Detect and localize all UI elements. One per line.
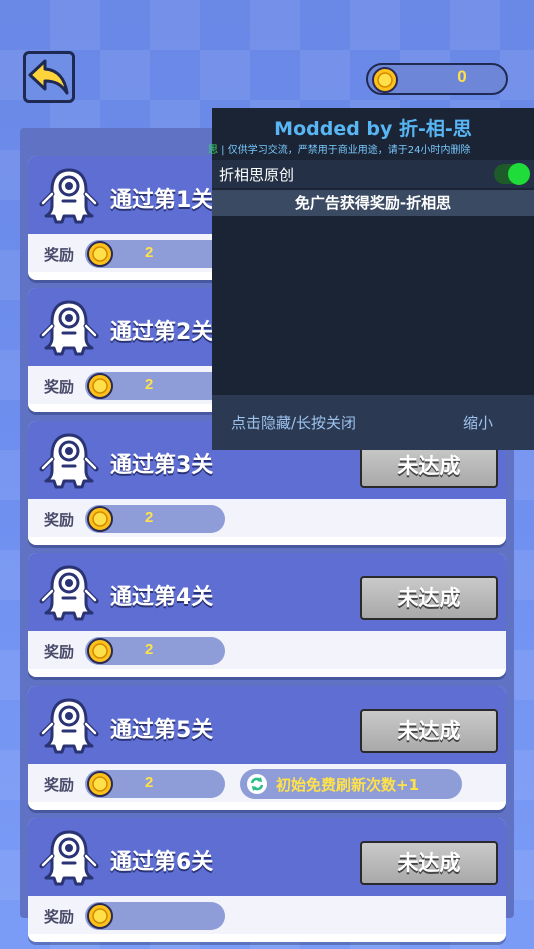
mod-toggle-row[interactable]: 折相思原创	[212, 160, 534, 188]
bonus-pill: 初始免费刷新次数+1	[240, 769, 462, 799]
reward-pill: 2	[85, 637, 225, 665]
monster-icon	[39, 830, 99, 886]
toggle-knob	[508, 163, 530, 185]
task-status-button[interactable]: 未达成	[360, 841, 498, 885]
task-title: 通过第3关	[110, 453, 214, 478]
mod-menu-notice: 思 | 仅供学习交流，严禁用于商业用途，请于24小时内删除	[208, 141, 534, 156]
task-title: 通过第1关	[110, 188, 214, 213]
reward-amount: 2	[145, 774, 154, 791]
task-title: 通过第6关	[110, 850, 214, 875]
monster-avatar	[38, 826, 100, 892]
monster-avatar	[38, 561, 100, 627]
mod-menu-title: Modded by 折-相-思	[274, 118, 472, 140]
task-status-button[interactable]: 未达成	[360, 576, 498, 620]
mod-feature-label: 免广告获得奖励-折相思	[294, 194, 452, 212]
reward-coin-icon	[87, 506, 113, 532]
reward-label: 奖励	[44, 776, 75, 794]
task-title: 通过第5关	[110, 718, 214, 743]
monster-avatar	[38, 164, 100, 230]
refresh-icon	[247, 774, 267, 794]
reward-amount: 2	[145, 376, 154, 393]
monster-icon	[39, 300, 99, 356]
task-title: 通过第4关	[110, 585, 214, 610]
coin-balance: 0	[366, 63, 508, 95]
task-card: 通过第5关 未达成奖励 2 初始免费刷新次数+1	[28, 686, 506, 810]
task-card: 通过第6关 未达成奖励	[28, 818, 506, 942]
reward-label: 奖励	[44, 908, 75, 926]
reward-coin-icon	[87, 638, 113, 664]
reward-coin-icon	[87, 373, 113, 399]
reward-label: 奖励	[44, 643, 75, 661]
reward-pill: 2	[85, 505, 225, 533]
reward-amount: 2	[145, 641, 154, 658]
monster-icon	[39, 565, 99, 621]
bonus-text: 初始免费刷新次数+1	[276, 776, 420, 794]
task-status-button[interactable]: 未达成	[360, 444, 498, 488]
reward-label: 奖励	[44, 246, 75, 264]
reward-amount: 2	[145, 509, 154, 526]
reward-coin-icon	[87, 903, 113, 929]
reward-label: 奖励	[44, 378, 75, 396]
monster-avatar	[38, 429, 100, 495]
mod-menu-footer: 点击隐藏/长按关闭 缩小	[212, 395, 534, 450]
reward-pill: 2	[85, 372, 225, 400]
reward-pill: 2	[85, 770, 225, 798]
coin-icon	[372, 67, 398, 93]
reward-pill: 2	[85, 240, 225, 268]
mod-feature-row[interactable]: 免广告获得奖励-折相思	[212, 190, 534, 216]
task-card: 通过第4关 未达成奖励 2	[28, 553, 506, 677]
mod-menu[interactable]: Modded by 折-相-思 思 | 仅供学习交流，严禁用于商业用途，请于24…	[208, 108, 534, 450]
monster-icon	[39, 698, 99, 754]
mod-toggle-label: 折相思原创	[219, 166, 295, 184]
task-status-button[interactable]: 未达成	[360, 709, 498, 753]
back-arrow-icon	[28, 59, 69, 95]
reward-label: 奖励	[44, 511, 75, 529]
reward-coin-icon	[87, 771, 113, 797]
monster-icon	[39, 433, 99, 489]
back-button[interactable]	[23, 51, 75, 103]
reward-amount: 2	[145, 244, 154, 261]
reward-pill	[85, 902, 225, 930]
mod-toggle-switch[interactable]	[494, 163, 530, 185]
monster-avatar	[38, 694, 100, 760]
reward-coin-icon	[87, 241, 113, 267]
minimize-button[interactable]: 缩小	[463, 412, 493, 433]
monster-avatar	[38, 296, 100, 362]
notice-text: | 仅供学习交流，严禁用于商业用途，请于24小时内删除	[218, 145, 471, 156]
notice-prefix: 思	[208, 145, 218, 156]
hide-close-button[interactable]: 点击隐藏/长按关闭	[231, 412, 356, 433]
monster-icon	[39, 168, 99, 224]
task-title: 通过第2关	[110, 320, 214, 345]
coin-count: 0	[457, 67, 467, 86]
